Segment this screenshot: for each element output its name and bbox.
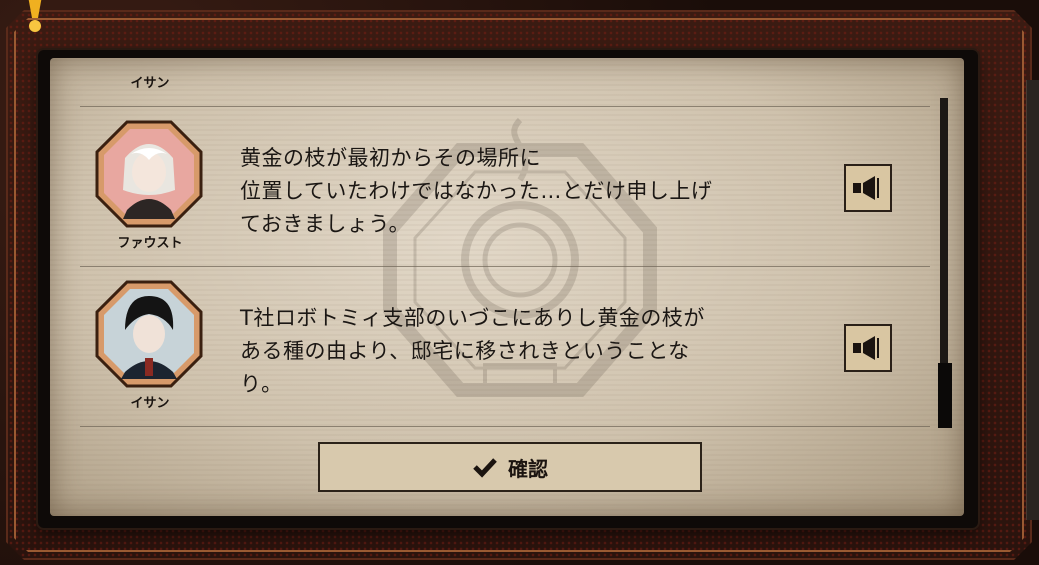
yisang-portrait-avatar [95,280,203,388]
dialog-line: ておきましょう。 [240,212,411,236]
dialog-line: T社ロボトミィ支部のいづこにありし黄金の枝が [240,306,705,330]
confirm-button[interactable]: 確認 [318,442,702,492]
confirm-label: 確認 [508,456,548,481]
speaker-name: イサン [130,76,170,91]
speaker-icon [853,176,879,200]
entry-divider [80,106,930,107]
play-voice-button[interactable] [844,324,892,372]
faust-portrait-avatar [95,120,203,228]
dialog-log-paper: イサン ファウスト 黄金の枝が最初からその場所に 位置していたわけではなかった…… [50,58,964,516]
side-strip [1026,80,1039,520]
dialog-log-panel: イサン ファウスト 黄金の枝が最初からその場所に 位置していたわけではなかった…… [38,50,978,528]
play-voice-button[interactable] [844,164,892,212]
dialog-line: 位置していたわけではなかった…とだけ申し上げ [240,179,713,203]
checkmark-icon [473,458,497,478]
dialog-line: 黄金の枝が最初からその場所に [240,146,541,170]
entry-divider [80,426,930,427]
speaker-name: イサン [130,396,170,411]
dialog-line: り。 [240,372,283,396]
dialog-line-text: T社ロボトミィ支部のいづこにありし黄金の枝が ある種の由より、邸宅に移されきとい… [240,302,840,401]
lamp-icon [28,0,42,32]
dialog-line: ある種の由より、邸宅に移されきということな [240,339,690,363]
game-screen: イサン ファウスト 黄金の枝が最初からその場所に 位置していたわけではなかった…… [0,0,1039,565]
scrollbar-thumb[interactable] [938,363,952,428]
speaker-name: ファウスト [117,236,183,251]
dialog-line-text: 黄金の枝が最初からその場所に 位置していたわけではなかった…とだけ申し上げ てお… [240,142,840,241]
entry-divider [80,266,930,267]
speaker-icon [853,336,879,360]
